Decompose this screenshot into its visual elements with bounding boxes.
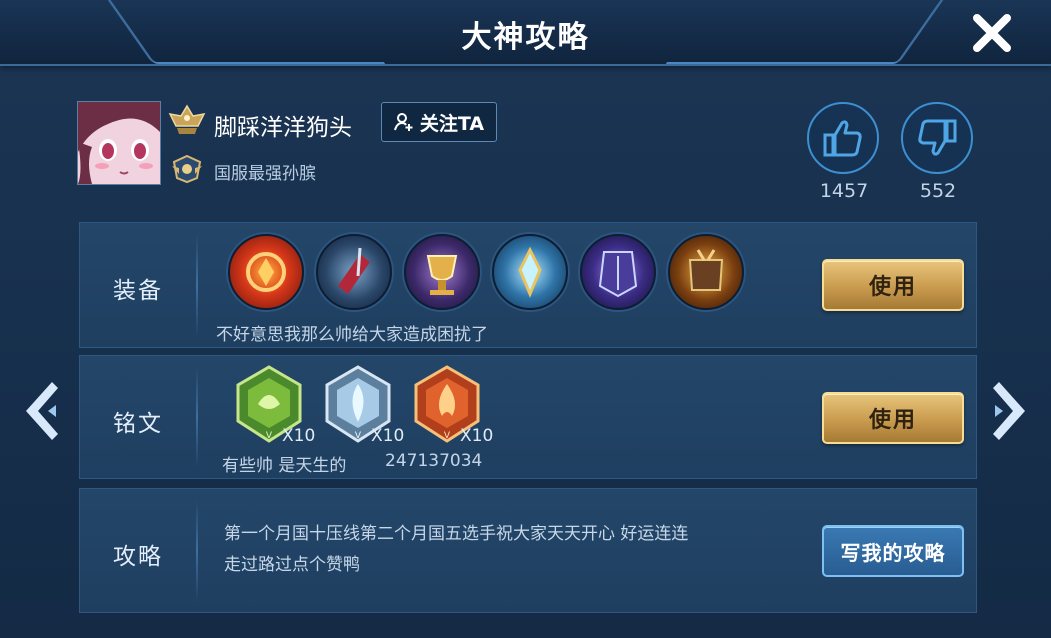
like-button[interactable] (807, 102, 879, 174)
dislike-button[interactable] (901, 102, 973, 174)
equipment-label: 装备 (113, 278, 163, 304)
panel-divider (196, 366, 198, 468)
like-vote: 1457 (807, 102, 881, 202)
guide-text-line-1: 第一个月国十压线第二个月国五选手祝大家天天开心 好运连连 (224, 524, 689, 544)
equipment-item-3[interactable] (404, 234, 480, 310)
equipment-icon (246, 252, 286, 292)
write-guide-button[interactable]: 写我的攻略 (822, 525, 964, 577)
panel-divider (196, 499, 198, 602)
follow-label: 关注TA (419, 112, 485, 135)
guide-panel: 攻略 第一个月国十压线第二个月国五选手祝大家天天开心 好运连连 走过路过点个赞鸭… (79, 488, 977, 613)
close-icon (973, 14, 1011, 52)
svg-text:V: V (355, 431, 362, 441)
guide-text-line-2: 走过路过点个赞鸭 (224, 555, 360, 575)
rune-count: X10 (371, 426, 405, 446)
svg-text:V: V (266, 431, 273, 441)
dislike-vote: 552 (901, 102, 975, 202)
equipment-icon (338, 247, 370, 294)
svg-text:V: V (444, 431, 451, 441)
equipment-item-2[interactable] (316, 234, 392, 310)
rune-description: 有些帅 是天生的 (222, 456, 347, 476)
equipment-description: 不好意思我那么帅给大家造成困扰了 (216, 325, 488, 345)
user-title: 国服最强孙膑 (214, 164, 316, 184)
username: 脚踩洋洋狗头 (214, 115, 352, 141)
guide-label: 攻略 (113, 544, 163, 570)
rune-number: 247137034 (385, 451, 483, 471)
equipment-icon (518, 246, 542, 298)
rune-panel: 铭文 V X10 V X10 V X10 有些帅 是天生的 247137034 … (79, 355, 977, 479)
rank-icon (168, 104, 206, 134)
equipment-icon (598, 251, 638, 298)
rune-label: 铭文 (113, 411, 163, 437)
follow-button[interactable]: 关注TA (381, 102, 497, 142)
equipment-item-5[interactable] (580, 234, 656, 310)
close-button[interactable] (971, 12, 1013, 54)
title-bar: 大神攻略 (0, 0, 1051, 66)
avatar[interactable] (77, 101, 161, 185)
rune-count: X10 (460, 426, 494, 446)
use-rune-button[interactable]: 使用 (822, 392, 964, 444)
like-count: 1457 (819, 180, 869, 202)
previous-arrow-icon[interactable] (18, 378, 66, 444)
equipment-item-6[interactable] (668, 234, 744, 310)
thumbs-down-icon (918, 119, 957, 156)
next-arrow-icon[interactable] (985, 378, 1033, 444)
page-title: 大神攻略 (461, 20, 590, 55)
add-friend-icon (393, 113, 413, 131)
rune-count: X10 (282, 426, 316, 446)
use-equipment-button[interactable]: 使用 (822, 259, 964, 311)
equipment-item-4[interactable] (492, 234, 568, 310)
dislike-count: 552 (919, 180, 957, 202)
equipment-panel: 装备 不好意思我那么帅给大家造成困扰了 使用 (79, 222, 977, 348)
equipment-icon (426, 255, 458, 295)
thumbs-up-icon (823, 120, 862, 157)
panel-divider (196, 233, 198, 337)
equipment-icon (688, 249, 724, 291)
guide-text: 第一个月国十压线第二个月国五选手祝大家天天开心 好运连连 走过路过点个赞鸭 (224, 519, 794, 581)
title-badge-icon (172, 154, 202, 184)
equipment-item-1[interactable] (228, 234, 304, 310)
avatar-image (78, 102, 160, 184)
